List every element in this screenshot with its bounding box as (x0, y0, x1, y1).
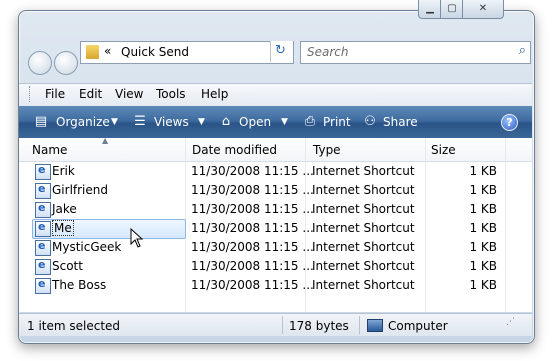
internet-shortcut-icon (35, 220, 51, 237)
column-date-modified[interactable]: Date modified (192, 143, 277, 157)
menu-edit[interactable]: Edit (79, 87, 102, 101)
file-size: 1 KB (469, 240, 497, 254)
share-button[interactable]: Share (383, 115, 418, 129)
file-row[interactable]: The Boss 11/30/2008 11:15 ... Internet S… (19, 276, 532, 295)
file-row-selected[interactable]: Me 11/30/2008 11:15 ... Internet Shortcu… (19, 219, 532, 239)
maximize-button[interactable]: ▢ (440, 0, 464, 19)
print-icon: ⎙ (304, 114, 316, 129)
mouse-cursor-icon (130, 228, 144, 248)
search-icon[interactable]: ⌕ (519, 43, 526, 58)
file-size: 1 KB (469, 183, 497, 197)
file-date: 11/30/2008 11:15 ... (191, 202, 314, 216)
file-size: 1 KB (469, 278, 497, 292)
file-name: Erik (52, 164, 75, 178)
menu-tools[interactable]: Tools (156, 87, 186, 101)
file-row[interactable]: Girlfriend 11/30/2008 11:15 ... Internet… (19, 181, 532, 200)
computer-icon (367, 319, 383, 332)
refresh-icon: ↻ (275, 43, 286, 58)
file-date: 11/30/2008 11:15 ... (191, 259, 314, 273)
refresh-button[interactable]: ↻ (270, 41, 293, 62)
column-name[interactable]: Name (32, 143, 67, 157)
help-icon[interactable]: ? (501, 114, 518, 131)
status-location: Computer (388, 319, 448, 333)
folder-icon (86, 45, 99, 59)
close-icon: ✕ (478, 3, 488, 14)
file-name: The Boss (52, 278, 107, 292)
search-input[interactable]: Search ⌕ (300, 41, 531, 64)
minimize-button[interactable]: ▁ (418, 0, 442, 19)
status-bar: 1 item selected 178 bytes Computer ⋰ (19, 313, 532, 336)
status-selection: 1 item selected (27, 319, 121, 333)
internet-shortcut-icon (35, 258, 51, 275)
status-divider (359, 316, 360, 334)
file-date: 11/30/2008 11:15 ... (191, 164, 314, 178)
file-type: Internet Shortcut (312, 183, 415, 197)
status-bytes: 178 bytes (289, 319, 349, 333)
breadcrumb-quick-send[interactable]: Quick Send (121, 45, 189, 59)
file-date: 11/30/2008 11:15 ... (191, 183, 314, 197)
column-header-bar: Name Date modified Type Size (19, 138, 532, 162)
file-size: 1 KB (469, 164, 497, 178)
internet-shortcut-icon (35, 239, 51, 256)
open-icon: ⌂ (221, 114, 231, 129)
organize-button[interactable]: Organize (56, 115, 110, 129)
file-size: 1 KB (469, 221, 497, 235)
file-size: 1 KB (469, 259, 497, 273)
file-name: MysticGeek (52, 240, 122, 254)
file-type: Internet Shortcut (312, 221, 415, 235)
menu-view[interactable]: View (115, 87, 143, 101)
organize-dropdown-icon[interactable]: ▼ (111, 117, 118, 127)
maximize-icon: ▢ (447, 3, 457, 14)
views-button[interactable]: Views (154, 115, 189, 129)
file-date: 11/30/2008 11:15 ... (191, 278, 314, 292)
menu-grip (29, 86, 32, 102)
file-date: 11/30/2008 11:15 ... (191, 240, 314, 254)
file-row[interactable]: MysticGeek 11/30/2008 11:15 ... Internet… (19, 238, 532, 257)
internet-shortcut-icon (35, 163, 51, 180)
menu-help[interactable]: Help (201, 87, 228, 101)
search-placeholder: Search (307, 45, 349, 59)
back-button[interactable] (28, 51, 52, 75)
file-size: 1 KB (469, 202, 497, 216)
share-icon: ⚇ (364, 114, 376, 129)
minimize-icon: ▁ (426, 3, 434, 14)
breadcrumb-overflow[interactable]: « (104, 44, 111, 58)
resize-grip-icon[interactable]: ⋰ (506, 317, 515, 327)
internet-shortcut-icon (35, 182, 51, 199)
file-name: Me (52, 220, 74, 236)
close-button[interactable]: ✕ (462, 0, 504, 19)
internet-shortcut-icon (35, 277, 51, 294)
file-row[interactable]: Scott 11/30/2008 11:15 ... Internet Shor… (19, 257, 532, 276)
command-toolbar: ▤ Organize ▼ ☰ Views ▼ ⌂ Open ▼ ⎙ Print … (19, 106, 532, 138)
open-button[interactable]: Open (239, 115, 271, 129)
column-size[interactable]: Size (431, 143, 456, 157)
views-icon: ☰ (134, 114, 146, 129)
file-name: Scott (52, 259, 83, 273)
file-name: Girlfriend (52, 183, 108, 197)
status-divider (282, 316, 283, 334)
file-row[interactable]: Jake 11/30/2008 11:15 ... Internet Short… (19, 200, 532, 219)
file-type: Internet Shortcut (312, 259, 415, 273)
views-dropdown-icon[interactable]: ▼ (198, 117, 205, 127)
file-type: Internet Shortcut (312, 240, 415, 254)
file-row[interactable]: Erik 11/30/2008 11:15 ... Internet Short… (19, 162, 532, 181)
print-button[interactable]: Print (323, 115, 351, 129)
organize-icon: ▤ (34, 114, 48, 129)
column-type[interactable]: Type (313, 143, 341, 157)
sort-ascending-icon: ▲ (102, 136, 109, 145)
file-type: Internet Shortcut (312, 164, 415, 178)
file-name: Jake (52, 202, 77, 216)
menu-bar: File Edit View Tools Help (19, 83, 532, 107)
file-type: Internet Shortcut (312, 278, 415, 292)
file-date: 11/30/2008 11:15 ... (191, 221, 314, 235)
internet-shortcut-icon (35, 201, 51, 218)
menu-file[interactable]: File (45, 87, 65, 101)
address-bar[interactable]: « Quick Send ▼ (80, 41, 294, 64)
file-type: Internet Shortcut (312, 202, 415, 216)
open-dropdown-icon[interactable]: ▼ (281, 117, 288, 127)
forward-button[interactable] (54, 51, 78, 75)
